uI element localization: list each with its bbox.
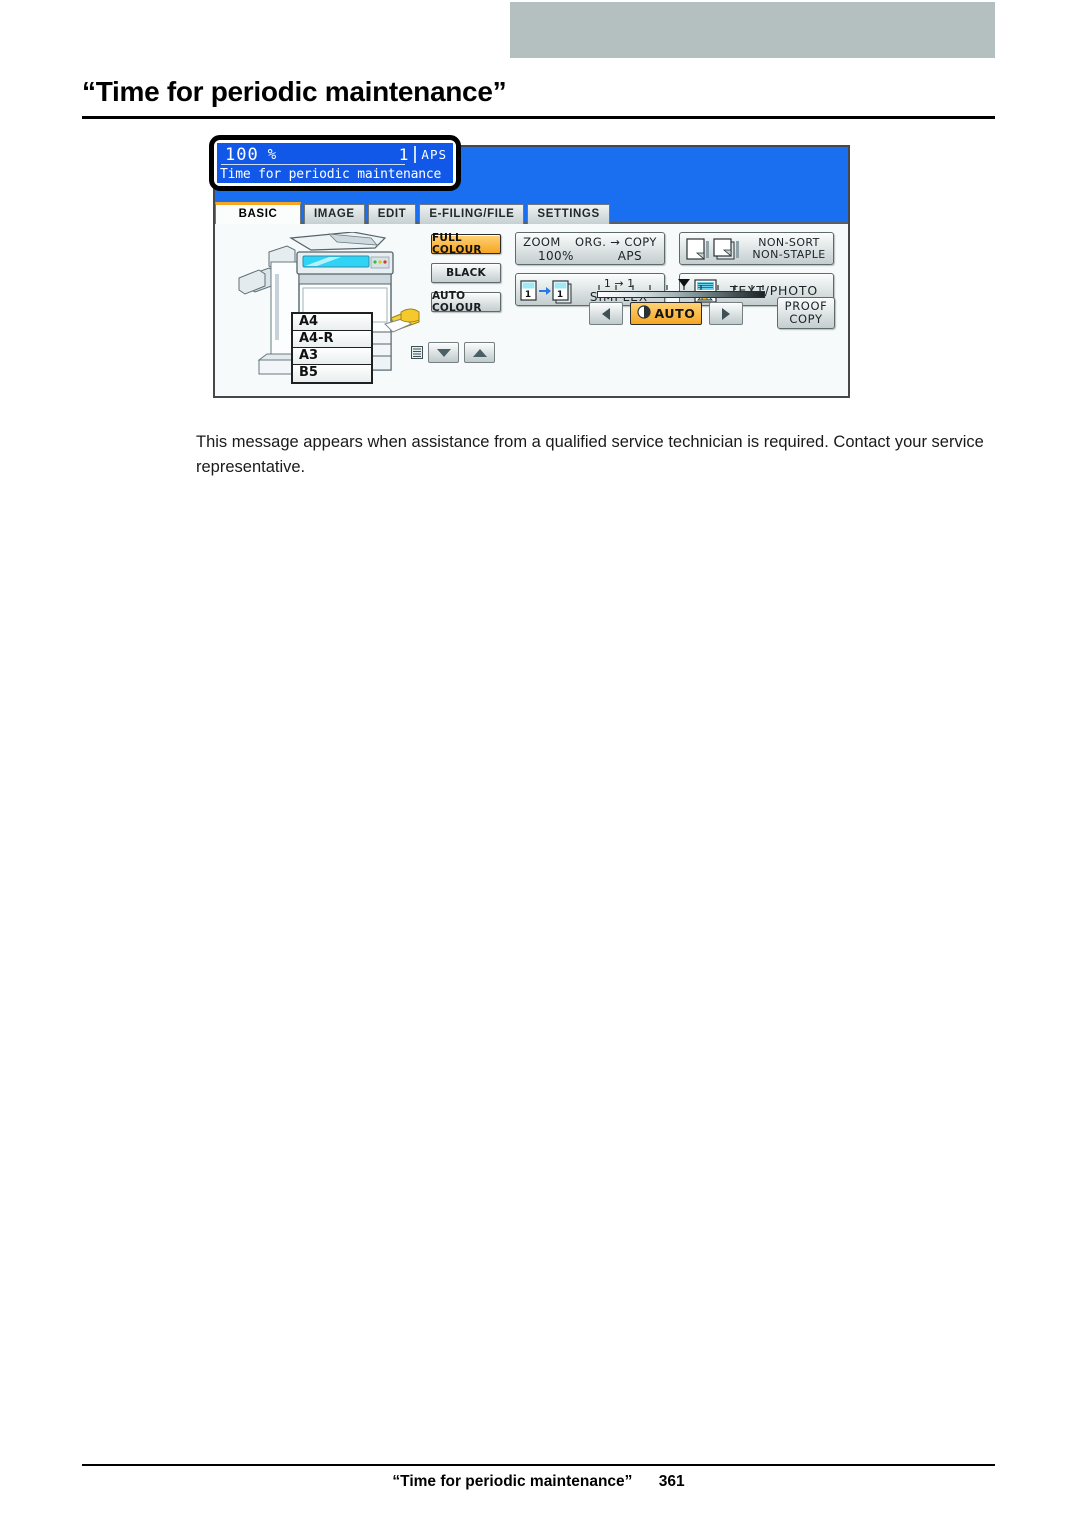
- svg-text:1: 1: [557, 290, 563, 300]
- auto-density-button[interactable]: AUTO: [630, 302, 702, 325]
- tray-stack-icon: [411, 346, 423, 359]
- arrow-right-icon: [722, 307, 730, 320]
- title-divider: [82, 116, 995, 119]
- status-paper-mode: APS: [421, 147, 447, 162]
- paper-tray-item[interactable]: A4: [293, 314, 371, 331]
- arrow-down-icon: [436, 348, 451, 357]
- org-copy-value: APS: [617, 249, 643, 263]
- simplex-icon: 1 1: [520, 278, 576, 308]
- status-message: Time for periodic maintenance: [220, 167, 442, 182]
- tab-edit[interactable]: EDIT: [367, 204, 417, 224]
- tab-bar: BASIC IMAGE EDIT E-FILING/FILE SETTINGS: [215, 202, 613, 224]
- status-divider: [414, 146, 417, 163]
- status-lcd-top-row: 100 % 1 APS: [217, 144, 453, 165]
- proof-copy-line2: COPY: [789, 312, 823, 326]
- tab-basic[interactable]: BASIC: [215, 202, 301, 224]
- arrow-up-icon: [472, 348, 487, 357]
- auto-density-icon: [636, 305, 651, 322]
- non-sort-icon: [686, 237, 744, 266]
- full-colour-button[interactable]: FULL COLOUR: [431, 232, 501, 256]
- paper-tray-item[interactable]: A4-R: [293, 331, 371, 348]
- svg-text:1: 1: [525, 290, 531, 300]
- density-darker-button[interactable]: [709, 302, 743, 325]
- zoom-label: ZOOM: [523, 235, 561, 249]
- status-underline: [221, 164, 405, 165]
- status-display-callout: 100 % 1 APS Time for periodic maintenanc…: [209, 135, 461, 191]
- panel-content-area: A4 A4-R A3 B5 FULL COLOUR BLACK AUTO COL…: [215, 222, 848, 396]
- paper-tray-item[interactable]: A3: [293, 348, 371, 365]
- status-lcd: 100 % 1 APS Time for periodic maintenanc…: [217, 143, 453, 183]
- status-zoom-unit: %: [267, 146, 277, 163]
- footer-section-title: “Time for periodic maintenance”: [392, 1473, 633, 1490]
- paper-tray-item[interactable]: B5: [293, 365, 371, 382]
- auto-density-label: AUTO: [654, 306, 696, 321]
- tab-e-filing-file[interactable]: E-FILING/FILE: [419, 204, 525, 224]
- density-gradient-bar: [597, 291, 765, 298]
- tray-scroll-controls: [411, 342, 495, 363]
- black-button[interactable]: BLACK: [431, 263, 501, 283]
- paper-source-list[interactable]: A4 A4-R A3 B5: [291, 312, 373, 384]
- zoom-value: 100%: [537, 249, 574, 263]
- zoom-org-copy-button[interactable]: ZOOM ORG. → COPY 100% APS: [515, 232, 665, 265]
- page-title: “Time for periodic maintenance”: [82, 76, 507, 107]
- finisher-mode-button[interactable]: NON-SORT NON-STAPLE: [679, 232, 834, 265]
- tray-scroll-up-button[interactable]: [464, 342, 495, 363]
- tray-scroll-down-button[interactable]: [428, 342, 459, 363]
- colour-mode-group: FULL COLOUR BLACK AUTO COLOUR: [431, 232, 501, 321]
- density-buttons-row: AUTO: [589, 302, 743, 325]
- proof-copy-button[interactable]: PROOF COPY: [777, 297, 835, 329]
- tab-settings[interactable]: SETTINGS: [527, 204, 610, 224]
- status-zoom-value: 100: [225, 144, 259, 165]
- finisher-line2: NON-STAPLE: [752, 248, 826, 261]
- copier-control-panel-screenshot: A4 A4-R A3 B5 FULL COLOUR BLACK AUTO COL…: [209, 135, 850, 398]
- density-lighter-button[interactable]: [589, 302, 623, 325]
- density-position-indicator: [678, 279, 690, 287]
- tab-image[interactable]: IMAGE: [304, 204, 365, 224]
- footer-page-number: 361: [658, 1473, 685, 1490]
- page-footer: “Time for periodic maintenance” 361: [82, 1473, 995, 1491]
- auto-colour-button[interactable]: AUTO COLOUR: [431, 290, 501, 314]
- density-control-group: AUTO PROOF COPY: [589, 279, 837, 331]
- footer-divider: [82, 1464, 995, 1466]
- status-copy-count: 1: [398, 145, 409, 164]
- org-copy-label: ORG. → COPY: [575, 235, 657, 249]
- arrow-left-icon: [602, 307, 610, 320]
- body-paragraph: This message appears when assistance fro…: [196, 433, 984, 476]
- header-decoration-block: [510, 2, 995, 58]
